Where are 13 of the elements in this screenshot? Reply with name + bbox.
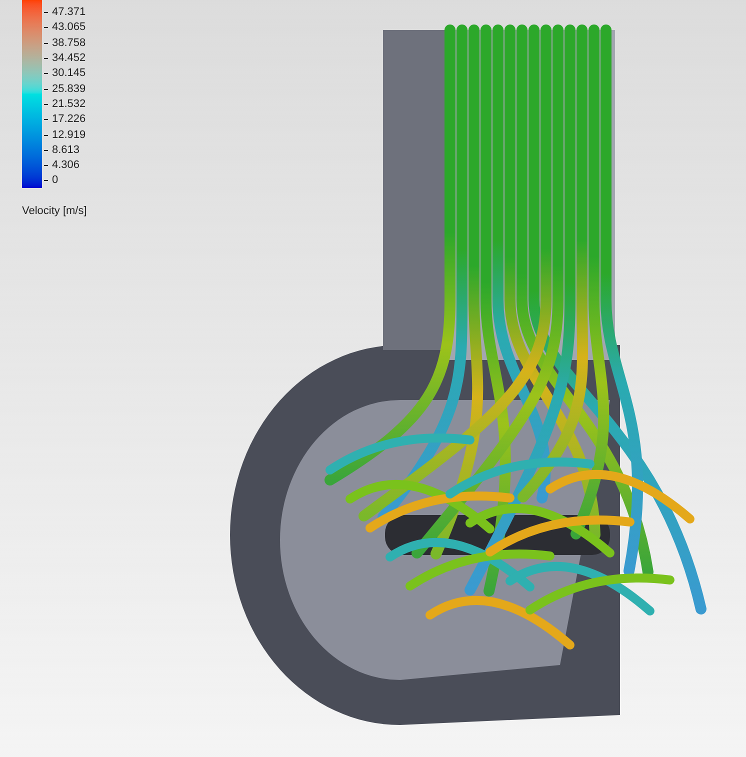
scale-tick-label: 8.613: [52, 144, 80, 156]
scale-tick-label: 4.306: [52, 160, 80, 172]
scale-tick-label: 0: [52, 175, 58, 186]
scale-tick-label: 12.919: [52, 130, 86, 141]
legend-title: Velocity [m/s]: [22, 204, 87, 219]
scale-tick-label: 21.532: [52, 98, 86, 110]
scale-tick-label: 34.452: [52, 53, 86, 64]
scale-tick-label: 43.065: [52, 22, 86, 34]
scale-tick-label: 47.371: [52, 7, 86, 18]
scale-tick-label: 38.758: [52, 38, 86, 49]
scale-tick-label: 30.145: [52, 68, 86, 80]
scale-tick-label: 17.226: [52, 114, 86, 126]
scale-tick-label: 25.839: [52, 84, 86, 95]
